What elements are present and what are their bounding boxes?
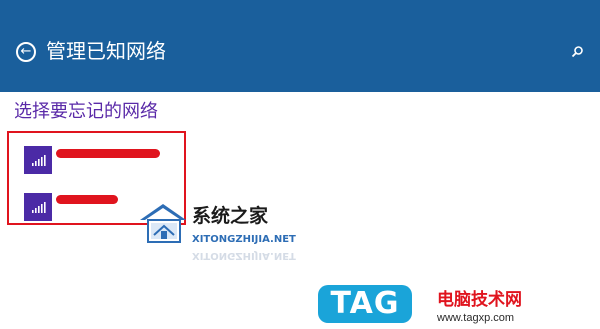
back-arrow-icon[interactable]: ← (16, 42, 36, 62)
house-logo-icon (140, 204, 186, 243)
section-title: 选择要忘记的网络 (14, 101, 158, 122)
watermark-title: 系统之家 (192, 205, 269, 227)
tag-site-url: www.tagxp.com (437, 312, 515, 324)
watermark-url: XITONGZHIJIA.NET (192, 234, 296, 245)
header-bar: ← 管理已知网络 (0, 0, 600, 92)
network-item[interactable] (24, 146, 174, 174)
redacted-network-name (56, 195, 118, 204)
watermark-url-reflection: XITONGZHIJIA.NET (192, 250, 296, 261)
redacted-network-name (56, 149, 160, 158)
wifi-signal-icon (24, 146, 52, 174)
tag-site-name: 电脑技术网 (437, 290, 522, 310)
xitongzhijia-watermark: 系统之家 XITONGZHIJIA.NET XITONGZHIJIA.NET (136, 198, 336, 268)
tag-logo: TAG (318, 285, 412, 323)
page-title: 管理已知网络 (46, 39, 166, 63)
search-icon[interactable] (570, 44, 584, 58)
wifi-signal-icon (24, 193, 52, 221)
